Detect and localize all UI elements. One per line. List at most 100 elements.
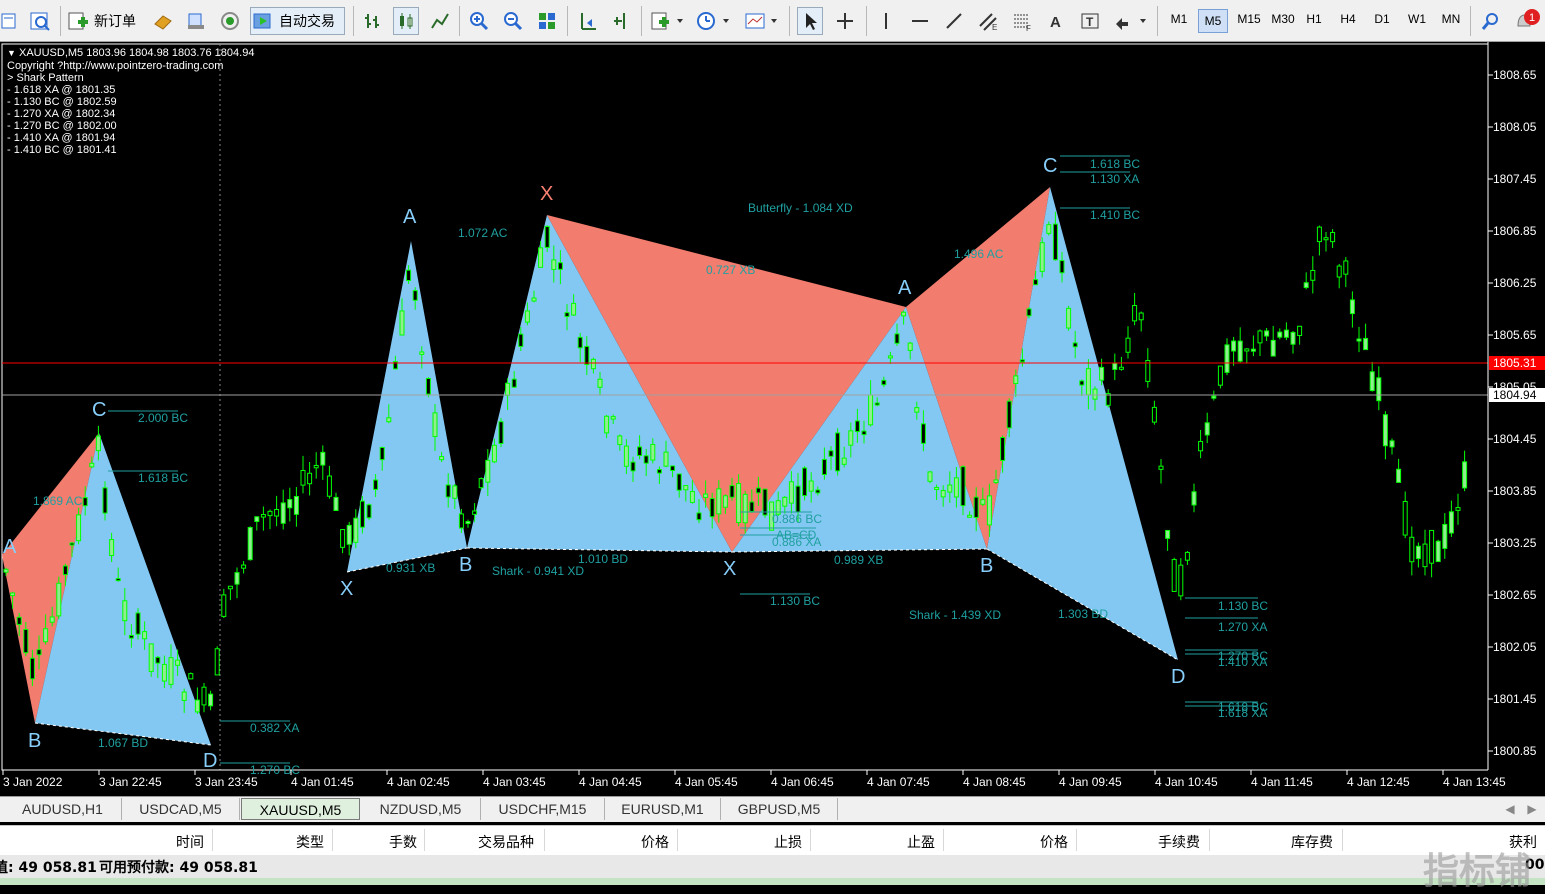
candle-body bbox=[1297, 325, 1303, 336]
candle-body bbox=[419, 351, 425, 355]
candle-body bbox=[1118, 366, 1124, 370]
bar-chart-icon[interactable] bbox=[360, 7, 386, 35]
channel-icon[interactable]: E bbox=[975, 7, 1001, 35]
auto-trade-button[interactable]: 自动交易 bbox=[250, 7, 345, 35]
vertical-line-icon[interactable] bbox=[873, 7, 899, 35]
tab-scroll-left-icon[interactable]: ◀ bbox=[1500, 798, 1520, 820]
tab-nzdusd[interactable]: NZDUSD,M5 bbox=[361, 798, 481, 820]
column-divider bbox=[1209, 829, 1210, 851]
tile-icon[interactable] bbox=[534, 7, 560, 35]
shift-icon[interactable] bbox=[609, 7, 635, 35]
candle-body bbox=[610, 416, 616, 420]
free-margin-text: 可用预付款: 49 058.81 bbox=[99, 860, 258, 876]
candle-body bbox=[1006, 400, 1012, 429]
candle-body bbox=[1112, 362, 1118, 370]
timeframe-w1[interactable]: W1 bbox=[1403, 12, 1431, 26]
candle-body bbox=[399, 310, 405, 336]
column-time[interactable]: 时间 bbox=[176, 832, 204, 852]
ratio-label: 0.886 XA bbox=[772, 535, 821, 549]
column-stop-loss[interactable]: 止损 bbox=[774, 832, 802, 852]
tab-eurusd[interactable]: EURUSD,M1 bbox=[605, 798, 721, 820]
templates-icon[interactable] bbox=[742, 7, 782, 35]
trendline-icon[interactable] bbox=[941, 7, 967, 35]
new-order-button[interactable]: 新订单 bbox=[66, 7, 146, 35]
column-take-profit[interactable]: 止盈 bbox=[907, 832, 935, 852]
candle-body bbox=[1264, 330, 1270, 337]
tab-scroll-right-icon[interactable]: ▶ bbox=[1522, 798, 1542, 820]
arrows-icon[interactable] bbox=[1111, 7, 1151, 35]
candle-body bbox=[841, 457, 847, 465]
candle-body bbox=[973, 496, 979, 518]
label-icon[interactable]: T bbox=[1077, 7, 1103, 35]
column-current-price[interactable]: 价格 bbox=[1040, 832, 1068, 852]
indicators-icon[interactable] bbox=[648, 7, 688, 35]
timeframe-mn[interactable]: MN bbox=[1437, 12, 1465, 26]
tab-gbpusd[interactable]: GBPUSD,M5 bbox=[721, 798, 838, 820]
candle-body bbox=[1000, 436, 1006, 461]
timeframe-m30[interactable]: M30 bbox=[1266, 12, 1300, 26]
candle-body bbox=[1013, 375, 1019, 385]
column-volume[interactable]: 手数 bbox=[389, 832, 417, 852]
timeframe-h4[interactable]: H4 bbox=[1334, 12, 1362, 26]
new-chart-icon[interactable] bbox=[0, 7, 18, 35]
candle-body bbox=[234, 572, 240, 585]
ratio-label: 1.410 BC bbox=[1090, 208, 1140, 222]
candle-body bbox=[709, 498, 715, 518]
navigator-icon[interactable] bbox=[183, 7, 209, 35]
candle-body bbox=[1277, 331, 1283, 338]
column-type[interactable]: 类型 bbox=[296, 832, 324, 852]
pattern-point-label: A bbox=[403, 206, 417, 228]
horizontal-line-icon[interactable] bbox=[907, 7, 933, 35]
candle-body bbox=[175, 659, 181, 666]
bell-icon[interactable]: 1 bbox=[1512, 7, 1542, 35]
zoom-in-icon[interactable] bbox=[466, 7, 492, 35]
crosshair-icon[interactable] bbox=[832, 7, 858, 35]
pattern-line: - 1.410 BC @ 1801.41 bbox=[7, 144, 117, 156]
column-divider bbox=[1076, 829, 1077, 851]
chart-window[interactable]: 1808.65 1808.05 1807.45 1806.85 1806.25 1805.… bbox=[0, 42, 1545, 796]
candle-body bbox=[1455, 507, 1461, 511]
column-price[interactable]: 价格 bbox=[641, 832, 669, 852]
ratio-label: 1.010 BD bbox=[578, 552, 628, 566]
periods-icon[interactable] bbox=[694, 7, 734, 35]
timeframe-h1[interactable]: H1 bbox=[1300, 12, 1328, 26]
candle-body bbox=[346, 524, 352, 545]
toolbar-separator bbox=[353, 6, 354, 36]
column-commission[interactable]: 手续费 bbox=[1158, 832, 1200, 852]
collapse-triangle-icon[interactable]: ▼ bbox=[7, 48, 16, 58]
timeframe-d1[interactable]: D1 bbox=[1368, 12, 1396, 26]
price-chart[interactable]: 1808.65 1808.05 1807.45 1806.85 1806.25 1805.… bbox=[0, 42, 1545, 796]
column-symbol[interactable]: 交易品种 bbox=[478, 832, 534, 852]
candle-body bbox=[1389, 440, 1395, 448]
tab-xauusd[interactable]: XAUUSD,M5 bbox=[241, 798, 360, 820]
candle-body bbox=[485, 459, 491, 483]
text-icon[interactable]: A bbox=[1043, 7, 1069, 35]
candle-body bbox=[148, 643, 154, 672]
timeframe-m5[interactable]: M5 bbox=[1198, 9, 1228, 33]
timeframe-m1[interactable]: M1 bbox=[1165, 12, 1193, 26]
fibo-icon[interactable]: F bbox=[1009, 7, 1035, 35]
cursor-icon[interactable] bbox=[797, 7, 823, 35]
column-swap[interactable]: 库存费 bbox=[1291, 832, 1333, 852]
toolbar-separator bbox=[866, 6, 867, 36]
column-divider bbox=[677, 829, 678, 851]
pattern-point-label: X bbox=[540, 183, 553, 205]
tab-audusd[interactable]: AUDUSD,H1 bbox=[4, 798, 122, 820]
profiles-icon[interactable] bbox=[27, 7, 53, 35]
candle-body bbox=[16, 616, 22, 625]
signals-icon[interactable] bbox=[217, 7, 243, 35]
candles-icon[interactable] bbox=[393, 7, 419, 35]
tab-usdcad[interactable]: USDCAD,M5 bbox=[122, 798, 240, 820]
candle-body bbox=[755, 487, 761, 494]
scroll-icon[interactable] bbox=[575, 7, 601, 35]
candle-body bbox=[524, 310, 530, 323]
ratio-label: 1.618 XA bbox=[1218, 706, 1267, 720]
tab-usdchf[interactable]: USDCHF,M15 bbox=[481, 798, 605, 820]
timeframe-m15[interactable]: M15 bbox=[1232, 12, 1266, 26]
candle-body bbox=[62, 565, 68, 576]
candle-body bbox=[1165, 529, 1171, 539]
line-chart-icon[interactable] bbox=[427, 7, 453, 35]
zoom-out-icon[interactable] bbox=[500, 7, 526, 35]
market-watch-icon[interactable] bbox=[150, 7, 176, 35]
search-icon[interactable] bbox=[1478, 7, 1504, 35]
